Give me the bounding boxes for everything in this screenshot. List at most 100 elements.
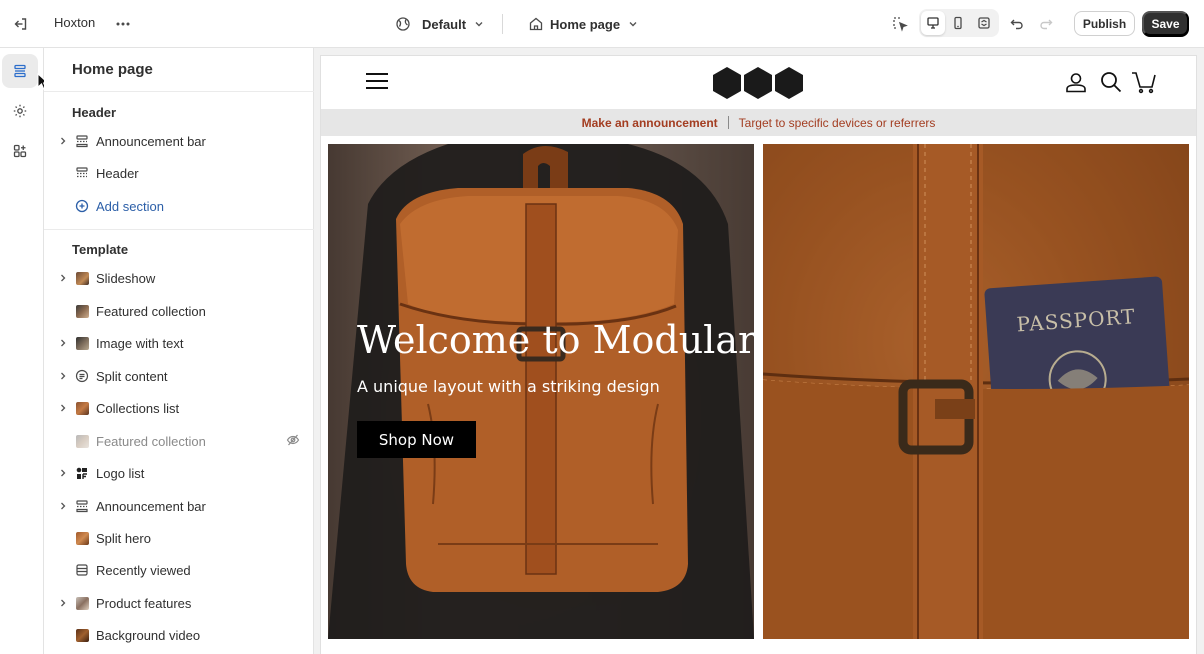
more-options-icon[interactable]: [111, 12, 135, 36]
sidebar-item-label: Featured collection: [96, 303, 206, 319]
sidebar-item-label: Split hero: [96, 530, 151, 546]
image-thumb-icon: [74, 335, 90, 351]
chevron-right-icon[interactable]: [56, 596, 70, 610]
globe-icon: [391, 12, 415, 36]
top-bar: Hoxton Default Home page Publish Save: [0, 0, 1204, 48]
inspector-icon[interactable]: [888, 12, 912, 36]
sidebar-item-split-hero[interactable]: Split hero: [56, 524, 306, 552]
sidebar-item-label: Image with text: [96, 335, 184, 351]
menu-icon[interactable]: [366, 72, 388, 93]
add-section-label: Add section: [96, 198, 164, 214]
template-group-heading: Template: [72, 242, 129, 257]
add-section-button[interactable]: Add section: [56, 192, 306, 220]
shop-now-button[interactable]: Shop Now: [357, 421, 476, 458]
announcement-icon: [74, 498, 90, 514]
sidebar-title: Home page: [72, 61, 153, 78]
search-icon[interactable]: [1100, 71, 1122, 96]
chevron-right-icon[interactable]: [56, 336, 70, 350]
topbar-divider: [502, 14, 503, 34]
storefront-preview: Make an announcement Target to specific …: [321, 56, 1196, 654]
save-button[interactable]: Save: [1142, 11, 1189, 36]
sidebar-item-featured-collection[interactable]: Featured collection: [56, 297, 306, 325]
sidebar-item-collections-list[interactable]: Collections list: [56, 394, 306, 422]
chevron-right-icon[interactable]: [56, 134, 70, 148]
hero-title: Welcome to Modular: [357, 318, 754, 362]
sections-icon[interactable]: [2, 54, 38, 88]
theme-selector[interactable]: Default: [422, 15, 485, 33]
sidebar-item-image-with-text[interactable]: Image with text: [56, 329, 306, 357]
exit-icon[interactable]: [9, 12, 33, 36]
sidebar-item-label: Header: [96, 165, 139, 181]
recent-icon: [74, 562, 90, 578]
chevron-down-icon: [473, 18, 485, 30]
sidebar-item-split-content[interactable]: Split content: [56, 362, 306, 390]
publish-button[interactable]: Publish: [1074, 11, 1135, 36]
sidebar-item-label: Split content: [96, 368, 168, 384]
sidebar-divider: [44, 91, 314, 92]
sidebar-item-recently-viewed[interactable]: Recently viewed: [56, 556, 306, 584]
mobile-icon[interactable]: [946, 11, 970, 35]
sidebar-item-label: Product features: [96, 595, 192, 611]
text-icon: [74, 368, 90, 384]
passport-illustration: PASSPORT: [763, 144, 1189, 639]
sidebar-item-background-video[interactable]: Background video: [56, 621, 306, 649]
sidebar-item-label: Collections list: [96, 400, 180, 416]
sidebar-item-announcement-bar[interactable]: Announcement bar: [56, 127, 306, 155]
chevron-right-icon[interactable]: [56, 466, 70, 480]
sidebar-item-label: Background video: [96, 627, 201, 643]
theme-label: Default: [422, 16, 467, 32]
chevron-right-icon[interactable]: [56, 499, 70, 513]
logo-thumb-icon: [74, 465, 90, 481]
image-thumb-icon: [74, 303, 90, 319]
store-logo[interactable]: [712, 66, 805, 103]
image-thumb-icon: [74, 433, 90, 449]
redo-icon[interactable]: [1034, 12, 1058, 36]
header-group-heading: Header: [72, 105, 117, 120]
cart-icon[interactable]: [1131, 70, 1157, 97]
gear-icon[interactable]: [2, 94, 38, 128]
sidebar-divider: [44, 229, 314, 230]
account-icon[interactable]: [1065, 71, 1087, 96]
page-selector[interactable]: Home page: [550, 15, 639, 33]
image-thumb-icon: [74, 627, 90, 643]
image-thumb-icon: [74, 400, 90, 416]
announcement-sub-text: Target to specific devices or referrers: [738, 115, 936, 130]
eye-slash-icon[interactable]: [286, 433, 300, 450]
sidebar-item-announcement-bar-2[interactable]: Announcement bar: [56, 492, 306, 520]
apps-icon[interactable]: [2, 134, 38, 168]
image-thumb-icon: [74, 530, 90, 546]
undo-icon[interactable]: [1005, 12, 1029, 36]
image-thumb-icon: [74, 595, 90, 611]
sidebar-item-logo-list[interactable]: Logo list: [56, 459, 306, 487]
store-name[interactable]: Hoxton: [54, 15, 95, 30]
sidebar-item-label: Featured collection: [96, 433, 206, 449]
announcement-icon: [74, 133, 90, 149]
sidebar-item-label: Recently viewed: [96, 562, 191, 578]
sidebar-item-featured-collection-hidden[interactable]: Featured collection: [56, 427, 306, 455]
store-header: [321, 56, 1196, 109]
sidebar-item-label: Logo list: [96, 465, 145, 481]
sidebar-item-label: Announcement bar: [96, 133, 206, 149]
desktop-icon[interactable]: [921, 11, 945, 35]
hero-image-passport[interactable]: PASSPORT: [763, 144, 1189, 639]
hero-image-backpack[interactable]: Welcome to Modular A unique layout with …: [328, 144, 754, 639]
device-toggle-group: [919, 9, 999, 37]
announcement-main-text: Make an announcement: [581, 115, 718, 130]
home-icon: [524, 12, 548, 36]
fullwidth-icon[interactable]: [972, 11, 996, 35]
sidebar-item-label: Slideshow: [96, 270, 156, 286]
chevron-right-icon[interactable]: [56, 369, 70, 383]
left-rail: [0, 48, 44, 654]
image-thumb-icon: [74, 270, 90, 286]
sections-sidebar: Home page Header Announcement bar Header…: [44, 48, 314, 654]
hero-subtitle: A unique layout with a striking design: [357, 377, 660, 396]
announcement-bar[interactable]: Make an announcement Target to specific …: [321, 109, 1196, 136]
chevron-down-icon: [627, 18, 639, 30]
sidebar-item-product-features[interactable]: Product features: [56, 589, 306, 617]
chevron-right-icon[interactable]: [56, 271, 70, 285]
sidebar-item-label: Announcement bar: [96, 498, 206, 514]
header-icon: [74, 165, 90, 181]
sidebar-item-header[interactable]: Header: [56, 159, 306, 187]
chevron-right-icon[interactable]: [56, 401, 70, 415]
sidebar-item-slideshow[interactable]: Slideshow: [56, 264, 306, 292]
